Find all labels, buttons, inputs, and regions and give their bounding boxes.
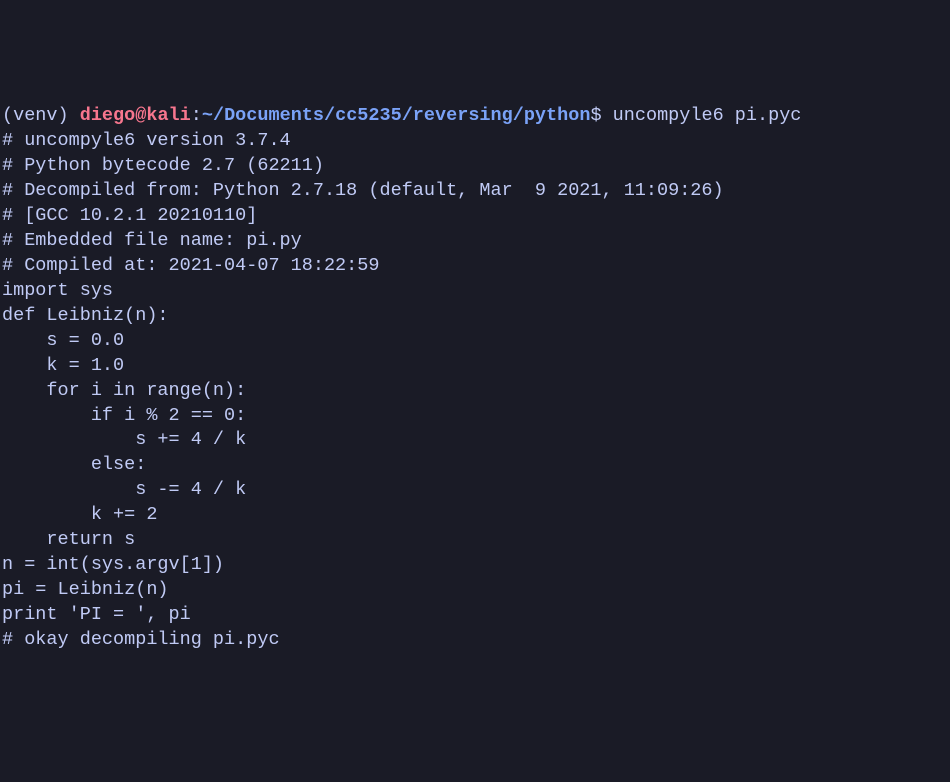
output-line: import sys <box>2 279 948 304</box>
output-line: k = 1.0 <box>2 354 948 379</box>
output-line: if i % 2 == 0: <box>2 404 948 429</box>
username: diego <box>80 105 136 126</box>
output-line: n = int(sys.argv[1]) <box>2 553 948 578</box>
prompt-dollar: $ <box>590 105 612 126</box>
hostname: kali <box>146 105 190 126</box>
output-line: def Leibniz(n): <box>2 304 948 329</box>
command-text: uncompyle6 pi.pyc <box>613 105 802 126</box>
output-line: pi = Leibniz(n) <box>2 578 948 603</box>
output-line: return s <box>2 528 948 553</box>
output-line: print 'PI = ', pi <box>2 603 948 628</box>
venv-indicator: (venv) <box>2 105 80 126</box>
output-container: # uncompyle6 version 3.7.4# Python bytec… <box>2 129 948 653</box>
prompt-line: (venv) diego@kali:~/Documents/cc5235/rev… <box>2 104 948 129</box>
output-line: # Embedded file name: pi.py <box>2 229 948 254</box>
output-line: k += 2 <box>2 503 948 528</box>
output-line: s = 0.0 <box>2 329 948 354</box>
output-line: # Python bytecode 2.7 (62211) <box>2 154 948 179</box>
terminal-window[interactable]: (venv) diego@kali:~/Documents/cc5235/rev… <box>0 100 950 657</box>
colon-separator: : <box>191 105 202 126</box>
output-line: s -= 4 / k <box>2 478 948 503</box>
at-symbol: @ <box>135 105 146 126</box>
output-line: s += 4 / k <box>2 428 948 453</box>
output-line: # uncompyle6 version 3.7.4 <box>2 129 948 154</box>
output-line: else: <box>2 453 948 478</box>
output-line: # Compiled at: 2021-04-07 18:22:59 <box>2 254 948 279</box>
output-line: # [GCC 10.2.1 20210110] <box>2 204 948 229</box>
output-line: # okay decompiling pi.pyc <box>2 628 948 653</box>
current-path: ~/Documents/cc5235/reversing/python <box>202 105 591 126</box>
output-line: # Decompiled from: Python 2.7.18 (defaul… <box>2 179 948 204</box>
output-line: for i in range(n): <box>2 379 948 404</box>
